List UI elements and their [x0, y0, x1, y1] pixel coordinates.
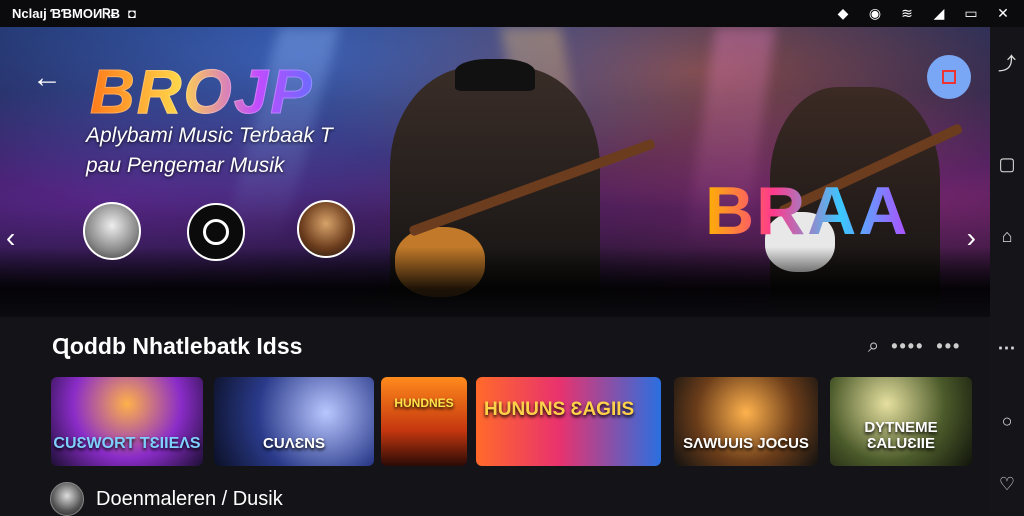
stop-icon [942, 70, 956, 84]
signal-icon: ◢ [933, 5, 945, 21]
status-app-name: Nclaıj ƁƁMOИᏒɃ [12, 5, 121, 21]
thumbnail-card[interactable]: CUƐWORT TƐIIEΛS [51, 377, 203, 466]
more-options-icon[interactable]: •••• [891, 336, 924, 357]
close-icon[interactable]: ✕ [994, 5, 1012, 22]
thumbnail-card[interactable]: HUNUNS ƐAGIIS [476, 377, 661, 466]
thumbnail-card[interactable]: DYTNEME ƐALUƐIIE [830, 377, 972, 466]
hat [455, 59, 535, 91]
back-arrow-icon[interactable]: ← [32, 63, 62, 93]
crowd-silhouette [0, 247, 990, 317]
cast-icon[interactable]: ▭ [962, 5, 980, 22]
side-navigation: ⤴ ▢ ⌂ ⋯ ○ ♡ [990, 27, 1024, 512]
thumbnail-label: DYTNEME ƐALUƐIIE [864, 419, 938, 452]
search-icon[interactable]: ⌕ [868, 335, 879, 358]
wifi-icon: ≋ [901, 5, 913, 21]
location-icon[interactable]: ♡ [999, 473, 1015, 495]
neon-sign-text: BRAA [705, 173, 910, 249]
chevron-left-icon[interactable]: ‹ [6, 222, 15, 254]
chevron-right-icon[interactable]: › [967, 222, 976, 254]
hero-subtitle-line2: pau Pengemar Musik [86, 154, 285, 177]
thumbnail-card[interactable]: CUΛƐNS [214, 377, 374, 466]
home-icon[interactable]: ⌂ [1002, 225, 1013, 247]
thumbnail-card[interactable]: HUNDNES [381, 377, 467, 466]
hero-title: BROJP [90, 58, 314, 128]
thumbnail-label: HUNUNS ƐAGIIS [484, 399, 635, 420]
thumbnail-card[interactable]: SΛWUUIS JOCUS [674, 377, 818, 466]
more-options-icon[interactable]: ••• [936, 336, 961, 357]
hero-subtitle-line1: Aplybami Music Terbaak T [86, 124, 333, 147]
footer-text: Doenmaleren / Dusik [96, 487, 283, 510]
footer-row[interactable]: Doenmaleren / Dusik [50, 482, 283, 516]
status-right: ◆ ◉ ≋ ◢ ▭ ✕ [834, 5, 1012, 22]
thumbnail-label: HUNDNES [394, 396, 454, 410]
vpn-icon: ◉ [868, 5, 882, 21]
circle-icon[interactable]: ○ [1002, 410, 1013, 432]
more-icon[interactable]: ⋯ [998, 337, 1017, 359]
app-window-icon: ◘ [128, 6, 136, 21]
microphone-avatar[interactable] [83, 202, 141, 260]
thumbnail-label: CUƐWORT TƐIIEΛS [53, 435, 201, 452]
section-title: Ɋoddb Nhatlebatk Idss [52, 333, 303, 359]
logo-avatar[interactable] [187, 203, 245, 261]
section-tools: ⌕ •••• ••• [868, 335, 961, 358]
share-icon[interactable]: ⤴ [998, 53, 1016, 75]
hero-subtitle: Aplybami Music Terbaak T pau Pengemar Mu… [86, 121, 406, 181]
hero-banner[interactable]: ← BROJP Aplybami Music Terbaak T pau Pen… [0, 27, 990, 317]
status-left: Nclaıj ƁƁMOИᏒɃ ◘ [12, 6, 136, 22]
avatar [50, 482, 84, 516]
logo-ring-icon [203, 219, 229, 245]
status-bar: Nclaıj ƁƁMOИᏒɃ ◘ ◆ ◉ ≋ ◢ ▭ ✕ [0, 0, 1024, 27]
artist-avatar[interactable] [297, 200, 355, 258]
square-icon[interactable]: ▢ [998, 153, 1015, 175]
thumbnail-label: SΛWUUIS JOCUS [683, 435, 809, 452]
hero-action-button[interactable] [927, 55, 971, 99]
thumbnail-label: CUΛƐNS [263, 435, 325, 452]
notification-icon: ◆ [837, 5, 849, 21]
